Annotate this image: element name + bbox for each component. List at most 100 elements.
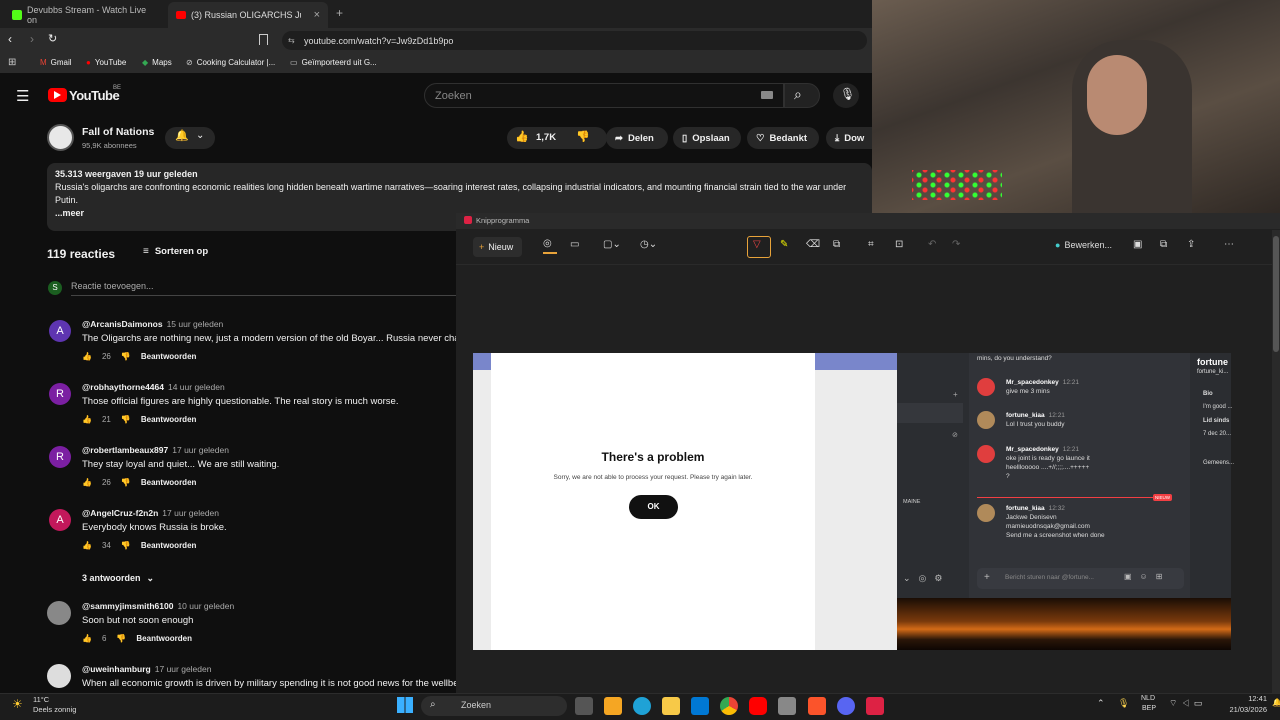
reply-button[interactable]: Beantwoorden (136, 634, 192, 643)
language-primary[interactable]: NLD (1141, 695, 1155, 702)
video-mode-icon[interactable]: ▭ (570, 239, 579, 250)
delay-icon[interactable]: ◷⌄ (640, 239, 657, 250)
reply-button[interactable]: Beantwoorden (141, 541, 197, 550)
chrome-icon[interactable] (720, 697, 738, 715)
message-author[interactable]: Mr_spacedonkey 12:21 (1006, 445, 1079, 454)
keyboard-icon[interactable] (761, 91, 773, 99)
dislike-icon[interactable]: 👎 (121, 541, 131, 550)
dislike-icon[interactable]: 👎 (121, 478, 131, 487)
file-explorer-icon[interactable] (662, 697, 680, 715)
more-icon[interactable]: ⋯ (1224, 239, 1234, 250)
ok-button[interactable]: OK (629, 495, 678, 519)
new-tab-icon[interactable]: + (336, 6, 343, 20)
message-avatar[interactable] (977, 445, 995, 463)
save-icon[interactable]: ▣ (1133, 239, 1142, 250)
attach-icon[interactable]: + (984, 572, 990, 583)
clock-date[interactable]: 21/03/2026 (1219, 705, 1267, 714)
message-avatar[interactable] (977, 504, 995, 522)
comment-author[interactable]: @AngelCruz-f2n2n 17 uur geleden (82, 508, 219, 518)
chevron-up-icon[interactable]: ⌃ (1097, 698, 1105, 709)
comment-avatar[interactable]: A (49, 320, 71, 342)
undo-icon[interactable]: ↶ (928, 239, 936, 250)
store-icon[interactable] (604, 697, 622, 715)
url-field[interactable]: youtube.com/watch?v=Jw9zDd1b9po (282, 31, 867, 50)
highlighter-icon[interactable]: ✎ (780, 239, 788, 250)
edit-with-button[interactable]: ● Bewerken... (1055, 240, 1112, 250)
youtube-app-icon[interactable] (749, 697, 767, 715)
discord-icon[interactable] (837, 697, 855, 715)
like-icon[interactable]: 👍 (82, 541, 92, 550)
bookmark-youtube[interactable]: ● YouTube (86, 58, 126, 67)
search-input[interactable]: Zoeken (424, 83, 784, 108)
back-icon[interactable]: ‹ (8, 32, 12, 46)
share-button[interactable]: ➦ Delen (606, 127, 668, 149)
text-extract-icon[interactable]: ⊡ (895, 239, 903, 250)
like-icon[interactable]: 👍 (82, 352, 92, 361)
tab-youtube[interactable]: (3) Russian OLIGARCHS Just Dis × (168, 2, 328, 28)
scrollbar-thumb[interactable] (1273, 236, 1279, 352)
comment-avatar[interactable]: R (49, 446, 71, 468)
bookmark-maps[interactable]: ◆ Maps (142, 58, 172, 67)
start-icon[interactable] (397, 697, 413, 713)
dislike-icon[interactable]: 👎 (121, 415, 131, 424)
save-button[interactable]: ▯ Opslaan (673, 127, 741, 149)
like-icon[interactable]: 👍 (82, 415, 92, 424)
system-tray-icons[interactable]: ⌔◁▭ (1169, 698, 1206, 709)
copy-icon[interactable]: ⧉ (1160, 239, 1167, 250)
menu-icon[interactable]: ☰ (16, 87, 29, 105)
comment-avatar[interactable] (47, 664, 71, 688)
share-icon[interactable]: ⇪ (1187, 239, 1195, 250)
message-author[interactable]: Mr_spacedonkey 12:21 (1006, 378, 1079, 387)
comment-avatar[interactable]: R (49, 383, 71, 405)
bookmark-icon[interactable] (259, 34, 268, 45)
edge-icon[interactable] (633, 697, 651, 715)
bookmark-cooking[interactable]: ⊘ Cooking Calculator |... (186, 58, 275, 67)
like-icon[interactable]: 👍 (82, 478, 92, 487)
sidebar-selected-item[interactable] (897, 403, 963, 423)
language-secondary[interactable]: BEP (1142, 705, 1156, 712)
search-button[interactable] (784, 83, 820, 108)
eraser-icon[interactable]: ⌫ (806, 239, 820, 250)
reply-button[interactable]: Beantwoorden (141, 415, 197, 424)
bookmark-imported[interactable]: ▭ Geïmporteerd uit G... (290, 58, 377, 67)
tab-kick[interactable]: Devubbs Stream - Watch Live on (4, 2, 166, 28)
thanks-button[interactable]: ♡ Bedankt (747, 127, 819, 149)
subscribed-bell-button[interactable] (165, 127, 215, 149)
snipping-tool-icon[interactable] (866, 697, 884, 715)
comment-author[interactable]: @ArcanisDaimonos 15 uur geleden (82, 319, 223, 329)
download-button[interactable]: ⤓ Dow (826, 127, 872, 149)
dislike-icon[interactable]: 👎 (116, 634, 126, 643)
sort-button[interactable]: ≡ Sorteren op (143, 246, 208, 257)
comment-author[interactable]: @robertlambeaux897 17 uur geleden (82, 445, 229, 455)
comment-avatar[interactable] (47, 601, 71, 625)
comment-avatar[interactable]: A (49, 509, 71, 531)
redo-icon[interactable]: ↷ (952, 239, 960, 250)
comment-author[interactable]: @sammyjimsmith6100 10 uur geleden (82, 601, 234, 611)
message-avatar[interactable] (977, 411, 995, 429)
dislike-icon[interactable]: 👎 (121, 352, 131, 361)
channel-name[interactable]: Fall of Nations (82, 126, 154, 138)
snip-shape-icon[interactable]: ▢⌄ (603, 239, 621, 250)
like-icon[interactable]: 👍 (82, 634, 92, 643)
dislike-icon[interactable]: 👎 (576, 130, 590, 143)
task-view-icon[interactable] (575, 697, 593, 715)
site-info-icon[interactable]: ⇆ (288, 36, 295, 45)
message-author[interactable]: fortune_kiaa 12:21 (1006, 411, 1065, 420)
voice-controls-icons[interactable]: ⌄◎⚙ (903, 573, 950, 584)
replies-toggle[interactable]: 3 antwoorden ⌄ (82, 573, 154, 584)
bookmark-gmail[interactable]: M Gmail (40, 58, 72, 67)
new-snip-button[interactable]: + Nieuw (473, 237, 522, 257)
message-avatar[interactable] (977, 378, 995, 396)
close-tab-icon[interactable]: × (314, 9, 320, 21)
reload-icon[interactable]: ↻ (48, 32, 57, 45)
reply-button[interactable]: Beantwoorden (141, 478, 197, 487)
taskbar-search[interactable]: Zoeken (421, 696, 567, 716)
crop-icon[interactable]: ⌗ (868, 239, 874, 250)
copy-shape-icon[interactable]: ⧉ (833, 239, 840, 250)
add-icon[interactable]: + (953, 390, 958, 399)
microphone-icon[interactable]: 🎙 (1118, 698, 1129, 709)
weather-icon[interactable]: ☀ (12, 697, 23, 711)
comment-author[interactable]: @uweinhamburg 17 uur geleden (82, 664, 211, 674)
notifications-icon[interactable]: 🔔 (1272, 698, 1280, 707)
like-icon[interactable]: 👍 (515, 130, 529, 143)
